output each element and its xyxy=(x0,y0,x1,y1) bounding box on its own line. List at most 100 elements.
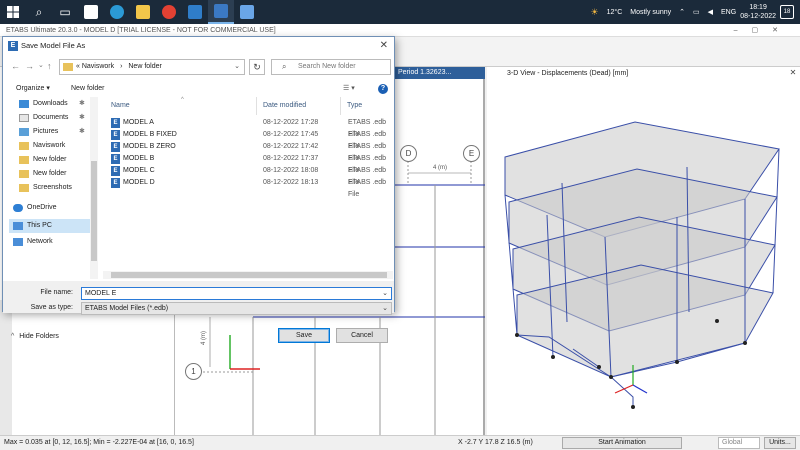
clock-date: 08-12-2022 xyxy=(740,13,776,20)
scrollbar-thumb[interactable] xyxy=(91,161,97,261)
search-input[interactable]: ⌕ Search New folder xyxy=(271,59,391,75)
nav-item-new-folder-2[interactable]: New folder xyxy=(9,167,93,181)
etabs-file-icon: E xyxy=(111,118,120,128)
store-icon[interactable] xyxy=(78,0,104,24)
task-view-icon[interactable]: ▭ xyxy=(52,0,78,24)
etabs-taskbar-icon[interactable] xyxy=(208,0,234,24)
file-date: 08-12-2022 17:37 xyxy=(263,155,319,162)
nav-item-documents[interactable]: Documents ✱ xyxy=(9,111,93,125)
address-row: ← → ⌄ ↑ « Naviswork › New folder ⌄ ↻ ⌕ S… xyxy=(3,57,394,77)
weather-text[interactable]: Mostly sunny xyxy=(630,9,671,16)
start-animation-button[interactable]: Start Animation xyxy=(562,437,682,449)
tray-chevron-icon[interactable]: ⌃ xyxy=(679,8,685,16)
nav-item-new-folder[interactable]: New folder xyxy=(9,153,93,167)
file-row[interactable]: E MODEL B FIXED 08-12-2022 17:45 ETABS .… xyxy=(103,129,393,150)
column-header-type[interactable]: Type xyxy=(343,97,393,115)
dialog-title: Save Model File As xyxy=(21,41,86,50)
column-header-date[interactable]: Date modified xyxy=(259,97,341,115)
file-row[interactable]: E MODEL C 08-12-2022 18:08 ETABS .edb Fi… xyxy=(103,165,393,186)
weather-temp[interactable]: 12°C xyxy=(607,9,623,16)
file-row[interactable]: E MODEL B ZERO 08-12-2022 17:42 ETABS .e… xyxy=(103,141,393,162)
nav-item-label: Naviswork xyxy=(33,142,66,149)
close-dialog-icon[interactable]: ✕ xyxy=(380,37,388,55)
address-bar[interactable]: « Naviswork › New folder ⌄ xyxy=(59,59,245,75)
save-model-dialog: E Save Model File As ✕ ← → ⌄ ↑ « Naviswo… xyxy=(2,36,395,343)
status-max-min: Max = 0.035 at [0, 12, 16.5]; Min = -2.2… xyxy=(4,439,194,446)
mail-icon[interactable] xyxy=(182,0,208,24)
etabs-file-icon: E xyxy=(111,178,120,188)
cancel-button[interactable]: Cancel xyxy=(336,328,388,343)
breadcrumb-separator-icon: › xyxy=(120,63,123,70)
file-row[interactable]: E MODEL D 08-12-2022 18:13 ETABS .edb Fi… xyxy=(103,177,393,198)
start-icon[interactable] xyxy=(0,0,26,24)
weather-icon[interactable]: ☀ xyxy=(591,7,599,18)
file-explorer-icon[interactable] xyxy=(130,0,156,24)
file-list-scrollbar[interactable] xyxy=(103,271,393,279)
pin-icon: ✱ xyxy=(79,128,85,135)
etabs-file-icon: E xyxy=(111,166,120,176)
scrollbar-thumb[interactable] xyxy=(111,272,387,278)
file-name: MODEL D xyxy=(123,179,155,186)
file-name: MODEL C xyxy=(123,167,155,174)
photos-icon[interactable] xyxy=(234,0,260,24)
address-dropdown-icon[interactable]: ⌄ xyxy=(234,60,240,74)
etabs-logo-icon: E xyxy=(8,41,18,51)
edge-icon[interactable] xyxy=(104,0,130,24)
file-row[interactable]: E MODEL B 08-12-2022 17:37 ETABS .edb Fi… xyxy=(103,153,393,174)
search-icon[interactable]: ⌕ xyxy=(26,0,52,24)
dialog-toolbar: Organize ▾ New folder ☰ ▾ ? xyxy=(3,81,394,97)
hide-folders-button[interactable]: ^ Hide Folders xyxy=(11,333,59,340)
nav-item-pictures[interactable]: Pictures ✱ xyxy=(9,125,93,139)
clock[interactable]: 18:19 08-12-2022 xyxy=(740,3,776,21)
collapse-caret-icon: ^ xyxy=(11,333,15,340)
nav-item-network[interactable]: Network xyxy=(9,235,93,249)
dialog-title-bar: E Save Model File As ✕ xyxy=(3,37,394,55)
breadcrumb-new-folder[interactable]: New folder xyxy=(128,63,161,70)
new-folder-button[interactable]: New folder xyxy=(71,81,104,97)
nav-item-screenshots[interactable]: Screenshots xyxy=(9,181,93,195)
refresh-button[interactable]: ↻ xyxy=(249,59,265,75)
view-options-icon[interactable]: ☰ ▾ xyxy=(343,81,355,97)
navigation-scrollbar[interactable] xyxy=(90,97,98,279)
grid-bubble-d: D xyxy=(400,145,417,162)
file-name: MODEL B FIXED xyxy=(123,131,177,138)
nav-item-label: This PC xyxy=(27,222,52,229)
folder-icon xyxy=(19,170,29,178)
column-header-name[interactable]: Name xyxy=(103,97,257,115)
3d-view[interactable]: 3-D View - Displacements (Dead) [mm] ✕ xyxy=(487,67,800,435)
nav-item-downloads[interactable]: Downloads ✱ xyxy=(9,97,93,111)
folder-icon xyxy=(63,63,73,71)
forward-arrow-icon[interactable]: → xyxy=(25,61,34,71)
nav-item-label: Downloads xyxy=(33,100,68,107)
folder-icon xyxy=(19,184,29,192)
recent-chevron-icon[interactable]: ⌄ xyxy=(38,61,44,69)
coordinate-system-select[interactable]: Global xyxy=(718,437,760,449)
back-arrow-icon[interactable]: ← xyxy=(11,61,20,71)
language-indicator[interactable]: ENG xyxy=(721,9,736,16)
up-arrow-icon[interactable]: ↑ xyxy=(47,61,52,71)
nav-item-label: New folder xyxy=(33,170,67,177)
folder-icon xyxy=(19,156,29,164)
help-icon[interactable]: ? xyxy=(378,84,388,94)
file-date: 08-12-2022 17:42 xyxy=(263,143,319,150)
dimension-label-vertical: 4 (m) xyxy=(201,331,207,345)
nav-item-this-pc[interactable]: This PC xyxy=(9,219,93,233)
etabs-file-icon: E xyxy=(111,130,120,140)
network-icon[interactable]: ▭ xyxy=(693,8,700,16)
side-toolbar[interactable] xyxy=(0,300,12,435)
units-button[interactable]: Units... xyxy=(764,437,796,449)
file-date: 08-12-2022 18:08 xyxy=(263,167,319,174)
nav-item-naviswork[interactable]: Naviswork xyxy=(9,139,93,153)
navigation-pane: Downloads ✱ Documents ✱ Pictures ✱ Navis… xyxy=(9,97,93,279)
nav-item-label: Network xyxy=(27,238,53,245)
volume-icon[interactable]: ◀ xyxy=(708,8,713,16)
organize-button[interactable]: Organize ▾ xyxy=(16,81,50,97)
nav-item-onedrive[interactable]: OneDrive xyxy=(9,201,93,215)
window-controls[interactable]: –▢✕ xyxy=(734,24,792,37)
notification-badge[interactable]: 18 xyxy=(780,5,794,19)
save-button[interactable]: Save xyxy=(278,328,330,343)
etabs-file-icon: E xyxy=(111,142,120,152)
chrome-icon[interactable] xyxy=(156,0,182,24)
file-row[interactable]: E MODEL A 08-12-2022 17:28 ETABS .edb Fi… xyxy=(103,117,393,138)
breadcrumb-naviswork[interactable]: « Naviswork xyxy=(76,63,114,70)
